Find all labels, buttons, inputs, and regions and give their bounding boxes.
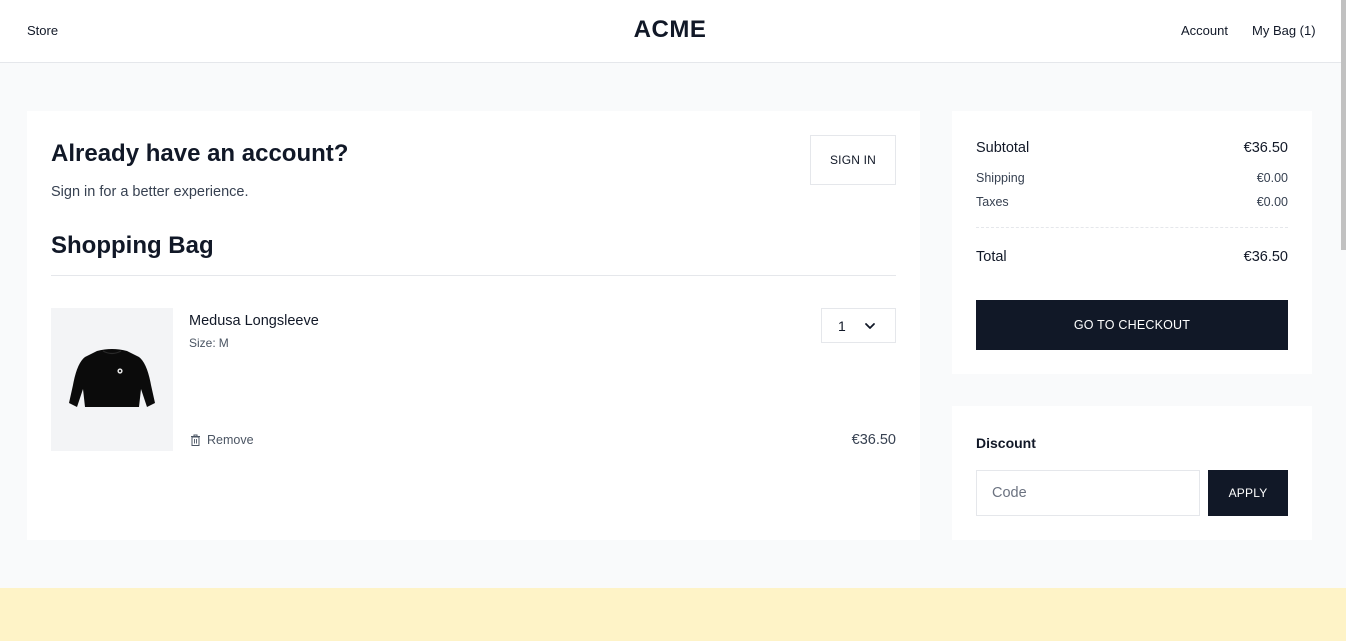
product-size: Size: M [189,336,229,350]
account-link[interactable]: Account [1181,23,1228,38]
go-to-checkout-button[interactable]: GO TO CHECKOUT [976,300,1288,350]
remove-label: Remove [207,433,254,447]
subtotal-row: Subtotal €36.50 [976,140,1288,156]
summary-divider [976,227,1288,228]
divider [51,275,896,276]
shipping-row: Shipping €0.00 [976,171,1288,185]
total-label: Total [976,249,1007,265]
signin-prompt-title: Already have an account? [51,140,349,167]
taxes-value: €0.00 [1256,195,1288,209]
quantity-select[interactable]: 1 [821,308,896,343]
taxes-label: Taxes [976,195,1009,209]
brand-logo[interactable]: ACME [0,16,1340,44]
total-value: €36.50 [1243,249,1288,265]
size-value: M [218,336,229,350]
product-price: €36.50 [851,432,896,448]
top-nav: Store ACME Account My Bag (1) [0,0,1346,63]
my-bag-link[interactable]: My Bag (1) [1252,23,1316,38]
quantity-value: 1 [838,317,846,334]
sign-in-button[interactable]: SIGN IN [810,135,896,185]
longsleeve-shirt-icon [69,348,155,407]
shipping-label: Shipping [976,171,1025,185]
subtotal-value: €36.50 [1243,140,1288,156]
taxes-row: Taxes €0.00 [976,195,1288,209]
product-thumbnail[interactable] [51,308,173,451]
discount-code-input[interactable] [976,470,1200,516]
shipping-value: €0.00 [1256,171,1288,185]
order-summary: Subtotal €36.50 Shipping €0.00 Taxes €0.… [952,111,1312,374]
page-scrollbar[interactable] [1341,0,1346,250]
discount-title: Discount [976,435,1036,451]
subtotal-label: Subtotal [976,140,1030,156]
signin-prompt-subtitle: Sign in for a better experience. [51,184,249,200]
footer-banner [0,588,1346,641]
size-label: Size: [189,336,216,350]
scrollbar-thumb[interactable] [1341,0,1346,250]
shopping-bag-title: Shopping Bag [51,232,214,259]
apply-discount-button[interactable]: APPLY [1208,470,1288,516]
discount-panel: Discount APPLY [952,406,1312,540]
trash-icon [191,434,200,446]
product-name[interactable]: Medusa Longsleeve [189,313,319,329]
total-row: Total €36.50 [976,249,1288,265]
cart-main-panel: Already have an account? Sign in for a b… [27,111,920,540]
remove-item-button[interactable]: Remove [190,433,254,447]
chevron-down-icon [865,323,875,329]
